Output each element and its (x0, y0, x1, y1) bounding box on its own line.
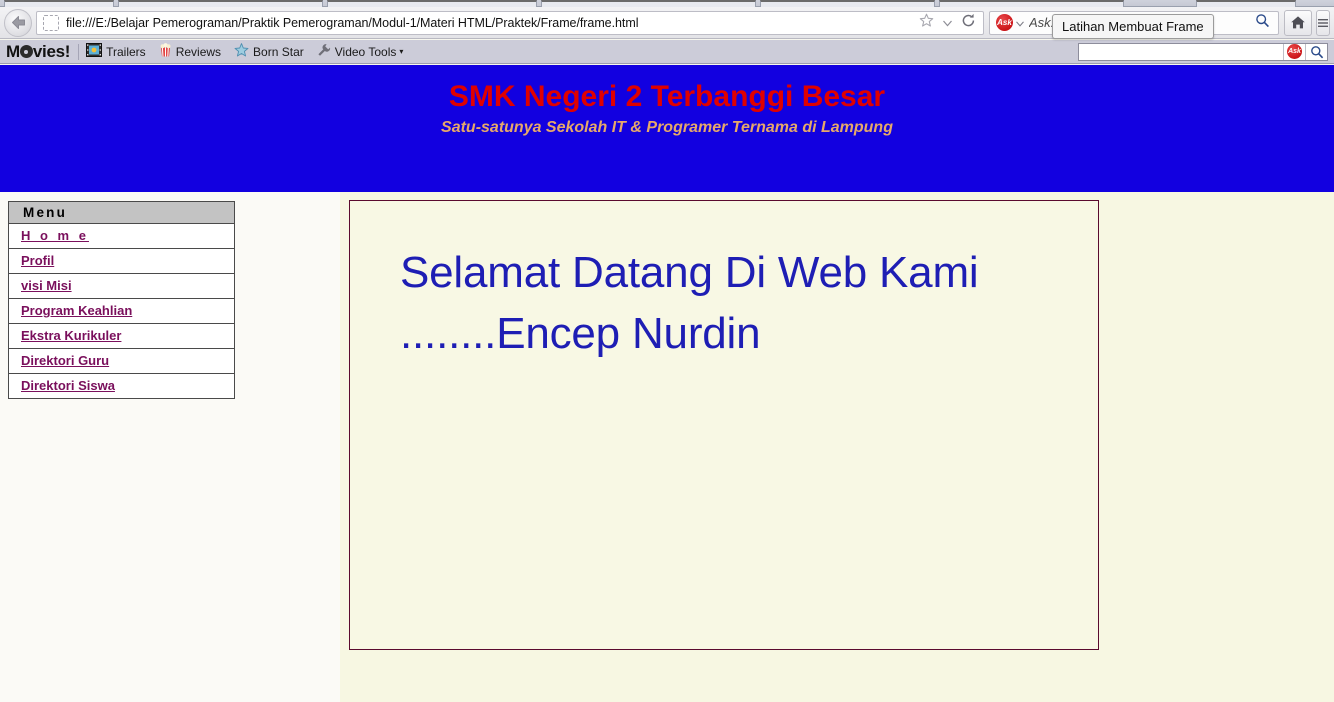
tab-tooltip: Latihan Membuat Frame (1052, 14, 1214, 39)
browser-tab[interactable] (760, 0, 935, 7)
toolbar-divider (78, 43, 80, 60)
menu-item-profil[interactable]: Profil (21, 253, 54, 268)
menu-item-program-keahlian[interactable]: Program Keahlian (21, 303, 132, 318)
browser-tab[interactable] (1196, 0, 1296, 7)
url-bar-actions (919, 13, 983, 33)
favicon-placeholder-icon (43, 14, 59, 31)
movies-toolbar-search[interactable]: Ask (1078, 42, 1328, 61)
browser-tab-strip[interactable] (0, 0, 1334, 7)
menu-row[interactable]: Profil (8, 248, 235, 274)
menu-cell[interactable]: Ekstra Kurikuler (8, 323, 235, 349)
toolbar-item-label: Video Tools (334, 44, 397, 59)
toolbar-item-label: Born Star (253, 44, 304, 59)
movies-toolbar: M vies! Trailers Reviews Born Star Video… (0, 40, 1334, 64)
site-subtitle: Satu-satunya Sekolah IT & Programer Tern… (441, 119, 893, 136)
reload-icon[interactable] (961, 13, 976, 33)
toolbar-item-label: Trailers (106, 44, 146, 59)
site-title: SMK Negeri 2 Terbanggi Besar (448, 80, 886, 113)
popcorn-icon (159, 43, 172, 60)
page-frameset: SMK Negeri 2 Terbanggi Besar Satu-satuny… (0, 65, 1334, 702)
movies-search-input[interactable] (1079, 43, 1283, 60)
ask-search-provider-button[interactable]: Ask (1283, 43, 1305, 60)
menu-header-row: Menu (8, 201, 235, 224)
content-box: Selamat Datang Di Web Kami ........Encep… (349, 200, 1099, 650)
chevron-down-icon[interactable]: ▾ (399, 47, 403, 56)
menu-row[interactable]: Ekstra Kurikuler (8, 323, 235, 349)
movies-brand-logo[interactable]: M vies! (6, 42, 70, 62)
toolbar-item-video-tools[interactable]: Video Tools ▾ (317, 43, 403, 60)
toolbar-item-trailers[interactable]: Trailers (86, 43, 146, 60)
chevron-down-icon[interactable] (943, 14, 952, 32)
back-button[interactable] (4, 8, 32, 37)
wrench-icon (317, 43, 331, 60)
menu-item-direktori-siswa[interactable]: Direktori Siswa (21, 378, 115, 393)
magnifier-icon[interactable] (1255, 13, 1278, 33)
app-menu-button[interactable] (1316, 9, 1330, 36)
star-icon[interactable] (919, 13, 934, 33)
toolbar-item-reviews[interactable]: Reviews (159, 43, 221, 60)
menu-row[interactable]: Direktori Guru (8, 348, 235, 374)
menu-table: Menu H o m e Profil visi Misi Program Ke… (8, 201, 235, 399)
star-icon (234, 43, 249, 60)
menu-row[interactable]: H o m e (8, 223, 235, 249)
menu-cell[interactable]: H o m e (8, 223, 235, 249)
browser-tab[interactable] (541, 0, 756, 7)
menu-frame: Menu H o m e Profil visi Misi Program Ke… (0, 192, 340, 702)
search-provider-chevron-icon[interactable] (1016, 14, 1024, 32)
home-button[interactable] (1284, 9, 1312, 36)
toolbar-item-born-star[interactable]: Born Star (234, 43, 304, 60)
movies-search-submit-button[interactable] (1305, 43, 1327, 60)
menu-row[interactable]: Program Keahlian (8, 298, 235, 324)
browser-tab[interactable] (939, 0, 1124, 7)
toolbar-item-label: Reviews (175, 44, 222, 59)
menu-cell[interactable]: visi Misi (8, 273, 235, 299)
browser-tab[interactable] (118, 0, 323, 7)
film-strip-icon (86, 43, 103, 60)
film-reel-icon (19, 45, 33, 58)
menu-item-home[interactable]: H o m e (21, 228, 89, 243)
content-frame: Selamat Datang Di Web Kami ........Encep… (340, 192, 1334, 702)
url-bar[interactable]: file:///E:/Belajar Pemerograman/Praktik … (36, 10, 984, 35)
menu-cell[interactable]: Program Keahlian (8, 298, 235, 324)
ask-logo-icon: Ask (1287, 44, 1302, 59)
url-text[interactable]: file:///E:/Belajar Pemerograman/Praktik … (66, 16, 919, 30)
menu-item-ekstra-kurikuler[interactable]: Ekstra Kurikuler (21, 328, 121, 343)
movies-brand-suffix: vies! (32, 41, 71, 61)
browser-tab[interactable] (4, 0, 114, 7)
menu-item-visi-misi[interactable]: visi Misi (21, 278, 72, 293)
welcome-heading: Selamat Datang Di Web Kami ........Encep… (400, 248, 979, 358)
browser-tab[interactable] (327, 0, 537, 7)
menu-header-label: Menu (8, 201, 235, 224)
ask-logo-icon: Ask (996, 14, 1013, 31)
menu-item-direktori-guru[interactable]: Direktori Guru (21, 353, 109, 368)
menu-row[interactable]: visi Misi (8, 273, 235, 299)
menu-cell[interactable]: Profil (8, 248, 235, 274)
banner-frame: SMK Negeri 2 Terbanggi Besar Satu-satuny… (0, 65, 1334, 192)
menu-cell[interactable]: Direktori Guru (8, 348, 235, 374)
menu-row[interactable]: Direktori Siswa (8, 373, 235, 399)
menu-cell[interactable]: Direktori Siswa (8, 373, 235, 399)
movies-brand-prefix: M (6, 41, 20, 61)
